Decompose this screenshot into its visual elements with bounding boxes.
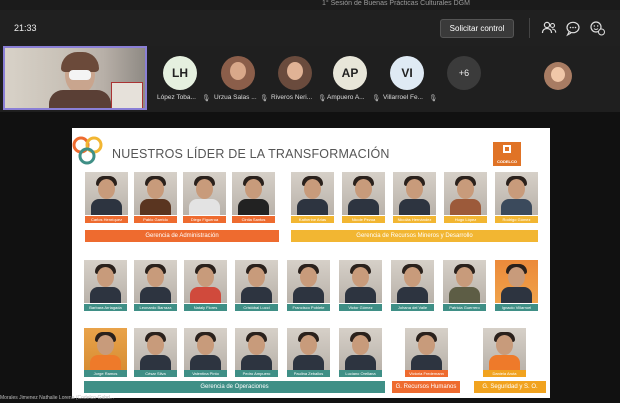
person-photo — [85, 172, 128, 215]
person-name-label: Valentina Pinto — [184, 370, 227, 377]
person-photo — [342, 172, 385, 215]
participant-avatar[interactable] — [278, 56, 312, 90]
person-photo — [134, 328, 177, 371]
face-mask — [69, 70, 91, 80]
participant-name: Urzua Salas ... — [214, 94, 257, 101]
person-name-label: Leonardo Barraza — [134, 304, 177, 311]
participant-name: Riveros Neri... — [271, 94, 313, 101]
participant-name: Ampuero A... — [327, 94, 365, 101]
group-bar-recursos-humanos: G. Recursos Humanos — [392, 381, 460, 393]
person-name-label: Victoria Fredemann — [405, 370, 448, 377]
person-name-label: Cintia Santos — [232, 216, 275, 223]
participant-avatar[interactable]: LH — [163, 56, 197, 90]
person-photo — [134, 260, 177, 303]
person-name-label: Katherine Arias — [291, 216, 334, 223]
participant-avatar[interactable]: AP — [333, 56, 367, 90]
muted-mic-icon: 🎙 — [429, 95, 438, 102]
person-photo — [287, 260, 330, 303]
person-name-label: Diego Figueroa — [183, 216, 226, 223]
person-name-label: Carlos Henríquez — [85, 216, 128, 223]
group-bar-seguridad: G. Seguridad y S. O. — [474, 381, 546, 393]
muted-mic-icon: 🎙 — [372, 95, 381, 102]
person-name-label: Luciano Orellana — [339, 370, 382, 377]
group-bar-recursos-mineros: Gerencia de Recursos Mineros y Desarroll… — [291, 230, 538, 242]
reactions-icon[interactable] — [588, 19, 606, 37]
person-name-label: Hugo López — [444, 216, 487, 223]
request-control-button[interactable]: Solicitar control — [440, 19, 514, 38]
person-photo — [183, 172, 226, 215]
person-photo — [291, 172, 334, 215]
person-photo — [235, 260, 278, 303]
person-photo — [84, 260, 127, 303]
person-name-label: Daniela Aruta — [483, 370, 526, 377]
person-photo — [495, 260, 538, 303]
person-name-label: Pablo Garrido — [134, 216, 177, 223]
person-name-label: Cristóbal Lucci — [235, 304, 278, 311]
person-name-label: Rodrigo Gómez — [495, 216, 538, 223]
chat-icon[interactable] — [564, 19, 582, 37]
more-participants-button[interactable]: +6 — [447, 56, 481, 90]
muted-mic-icon: 🎙 — [318, 95, 327, 102]
avatar-initials: VI — [401, 66, 413, 80]
logo-text: CODELCO — [497, 159, 517, 164]
presenter-name-label: Morales Jimenez Nathalie Lorena (Codelco… — [0, 395, 114, 401]
participant-avatar[interactable]: VI — [390, 56, 424, 90]
person-photo — [84, 328, 127, 371]
meeting-toolbar — [0, 10, 620, 47]
person-photo — [287, 328, 330, 371]
person-photo — [483, 328, 526, 371]
avatar-photo-face — [287, 62, 303, 80]
person-photo — [443, 260, 486, 303]
person-photo — [134, 172, 177, 215]
meeting-timer: 21:33 — [14, 23, 37, 33]
meeting-title: 1° Sesión de Buenas Prácticas Culturales… — [322, 0, 470, 7]
person-name-label: Nataly Flores — [184, 304, 227, 311]
muted-mic-icon: 🎙 — [260, 95, 269, 102]
group-bar-operaciones: Gerencia de Operaciones — [84, 381, 385, 393]
participant-name: Villarroel Fe... — [383, 94, 423, 101]
person-name-label: Jorge Ramos — [84, 370, 127, 377]
body-shape — [49, 90, 111, 108]
person-name-label: Nicole Pezoa — [342, 216, 385, 223]
person-photo — [405, 328, 448, 371]
background-shelf — [111, 82, 143, 108]
muted-mic-icon: 🎙 — [202, 95, 211, 102]
person-name-label: Ignacio Villarroel — [495, 304, 538, 311]
codelco-logo: CODELCO — [493, 142, 521, 166]
participant-avatar[interactable] — [544, 62, 572, 90]
person-photo — [184, 328, 227, 371]
person-name-label: Johana del Valle — [391, 304, 434, 311]
people-icon[interactable] — [540, 19, 558, 37]
avatar-photo-face — [551, 67, 565, 82]
hair-shape — [61, 52, 99, 72]
person-name-label: Nicolás Hernández — [393, 216, 436, 223]
person-photo — [391, 260, 434, 303]
avatar-photo-face — [230, 62, 246, 80]
participant-avatar[interactable] — [221, 56, 255, 90]
decorative-circles-icon — [72, 136, 103, 165]
person-photo — [339, 328, 382, 371]
person-photo — [184, 260, 227, 303]
toolbar-divider — [529, 18, 530, 38]
person-name-label: César Silva — [134, 370, 177, 377]
person-name-label: Pedro Ampuero — [235, 370, 278, 377]
group-bar-administracion: Gerencia de Administración — [85, 230, 279, 242]
avatar-initials: LH — [172, 66, 188, 80]
avatar-initials: AP — [341, 66, 359, 80]
self-video-tile[interactable] — [3, 46, 147, 110]
person-name-label: Barbara Arriagada — [84, 304, 127, 311]
person-name-label: Patricia Guerrero — [443, 304, 486, 311]
person-name-label: Francisco Poblete — [287, 304, 330, 311]
person-photo — [235, 328, 278, 371]
person-photo — [232, 172, 275, 215]
person-photo — [495, 172, 538, 215]
participant-name: López Toba... — [157, 94, 196, 101]
title-bar — [0, 0, 620, 10]
slide-title: NUESTROS LÍDER DE LA TRANSFORMACIÓN — [112, 147, 390, 161]
person-photo — [339, 260, 382, 303]
person-name-label: Victor Gómez — [339, 304, 382, 311]
person-photo — [444, 172, 487, 215]
person-name-label: Paulina Zeballos — [287, 370, 330, 377]
person-photo — [393, 172, 436, 215]
